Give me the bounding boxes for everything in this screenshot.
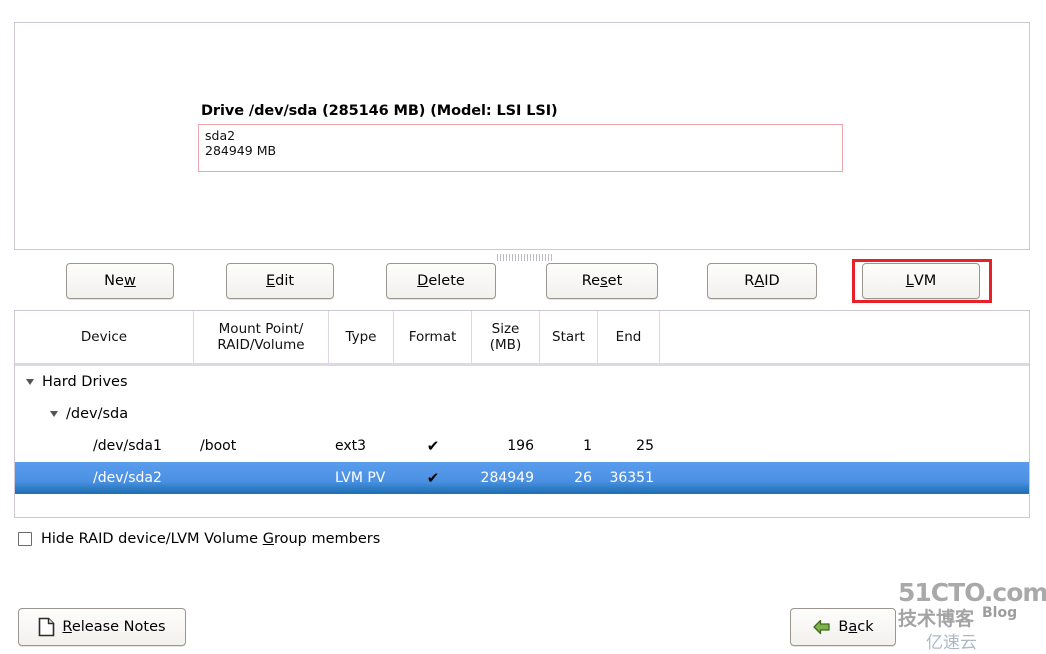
cell-device: /dev/sda2 [93,470,162,486]
reset-button-label-pre: Re [581,273,601,289]
cell-device: /dev/sda1 [93,438,162,454]
column-header-size[interactable]: Size (MB) [472,311,540,363]
reset-button-accel: s [600,273,608,289]
partition-bar-label: sda2 284949 MB [205,128,276,158]
reset-button[interactable]: Re s et [546,263,658,299]
cell-end: 36351 [609,470,654,486]
column-header-device[interactable]: Device [15,311,194,363]
new-button[interactable]: Ne w [66,263,174,299]
watermark-blog: Blog [982,605,1018,621]
column-header-type[interactable]: Type [329,311,394,363]
column-header-size-line1: Size [491,321,520,337]
partition-bar-size: 284949 MB [205,143,277,158]
cell-start: 1 [583,438,592,454]
new-button-accel: w [123,273,136,289]
drive-title: Drive /dev/sda (285146 MB) (Model: LSI L… [201,103,558,119]
column-header-mount-line1: Mount Point/ [218,321,304,337]
cell-size: 196 [507,438,534,454]
edit-button[interactable]: Edit [226,263,334,299]
raid-button[interactable]: R A ID [707,263,817,299]
cell-format-check-icon: ✔ [426,437,440,455]
cell-type: LVM PV [335,470,386,486]
document-icon [38,617,55,637]
arrow-left-icon [812,619,831,635]
column-header-format[interactable]: Format [394,311,472,363]
expander-triangle-down-icon[interactable] [25,378,35,386]
edit-button-accel: E [265,273,276,289]
raid-button-label-pre: R [744,273,755,289]
cell-format-check-icon: ✔ [426,469,440,487]
new-button-label: Ne [104,273,124,289]
cell-start: 26 [574,470,592,486]
column-header-size-line2: (MB) [489,337,522,353]
hide-members-accel: G [262,531,274,547]
release-notes-label: Release Notes [62,619,165,635]
table-header-row: Device Mount Point/ RAID/Volume Type For… [15,311,1029,366]
reset-button-label-post: et [607,273,623,289]
partition-bar-name: sda2 [205,128,236,143]
lvm-highlight-annotation [852,259,992,303]
table-row-dev-sda[interactable]: /dev/sda [15,398,1029,430]
back-button[interactable]: Back [790,608,896,646]
hide-members-checkbox-row[interactable]: Hide RAID device/LVM Volume Group member… [18,531,380,547]
cell-end: 25 [636,438,654,454]
column-header-mount-point[interactable]: Mount Point/ RAID/Volume [194,311,329,363]
expander-triangle-down-icon[interactable] [49,410,59,418]
delete-button[interactable]: Delete [386,263,496,299]
delete-button-accel: D [417,273,429,289]
table-row-dev-sda2-selected[interactable]: /dev/sda2 LVM PV ✔ 284949 26 36351 [15,462,1029,494]
hide-members-label-pre: Hide RAID device/LVM Volume [41,531,263,547]
release-notes-button[interactable]: Release Notes [18,608,186,646]
watermark-subtitle: 技术博客 [898,608,975,630]
watermark-logo-text: 亿速云 [926,633,977,653]
raid-button-accel: A [754,273,765,289]
splitter-grip[interactable] [497,254,553,261]
partition-toolbar: Ne w Edit Delete Re s et R A ID L VM [0,259,1046,303]
partition-bar-sda2[interactable]: sda2 284949 MB [198,124,843,172]
cell-mount-point: /boot [200,438,237,454]
back-label: Back [838,619,873,635]
cell-type: ext3 [335,438,367,454]
delete-button-label: elete [428,273,465,289]
table-row-label: /dev/sda [66,406,129,422]
back-label-pre: B [838,619,849,635]
hide-members-label-post: roup members [273,531,381,547]
release-notes-accel: R [62,619,72,635]
table-row-label: Hard Drives [42,374,128,390]
back-label-post: ck [857,619,874,635]
column-header-start[interactable]: Start [540,311,598,363]
drive-preview-panel: Drive /dev/sda (285146 MB) (Model: LSI L… [14,22,1030,250]
watermark: 51CTO.com 技术博客 Blog 亿速云 [896,578,1046,654]
watermark-site: 51CTO.com [898,578,1046,607]
edit-button-label: dit [275,273,295,289]
cell-size: 284949 [480,470,534,486]
table-row-dev-sda1[interactable]: /dev/sda1 /boot ext3 ✔ 196 1 25 [15,430,1029,462]
table-row-hard-drives[interactable]: Hard Drives [15,366,1029,398]
back-accel: a [848,619,858,635]
column-header-end[interactable]: End [598,311,660,363]
column-header-spacer [660,311,1029,363]
release-notes-label-post: elease Notes [71,619,166,635]
hide-members-label[interactable]: Hide RAID device/LVM Volume Group member… [41,531,380,547]
partition-table: Device Mount Point/ RAID/Volume Type For… [14,310,1030,518]
raid-button-label-post: ID [764,273,780,289]
column-header-mount-line2: RAID/Volume [217,337,305,353]
hide-members-checkbox[interactable] [18,532,32,546]
